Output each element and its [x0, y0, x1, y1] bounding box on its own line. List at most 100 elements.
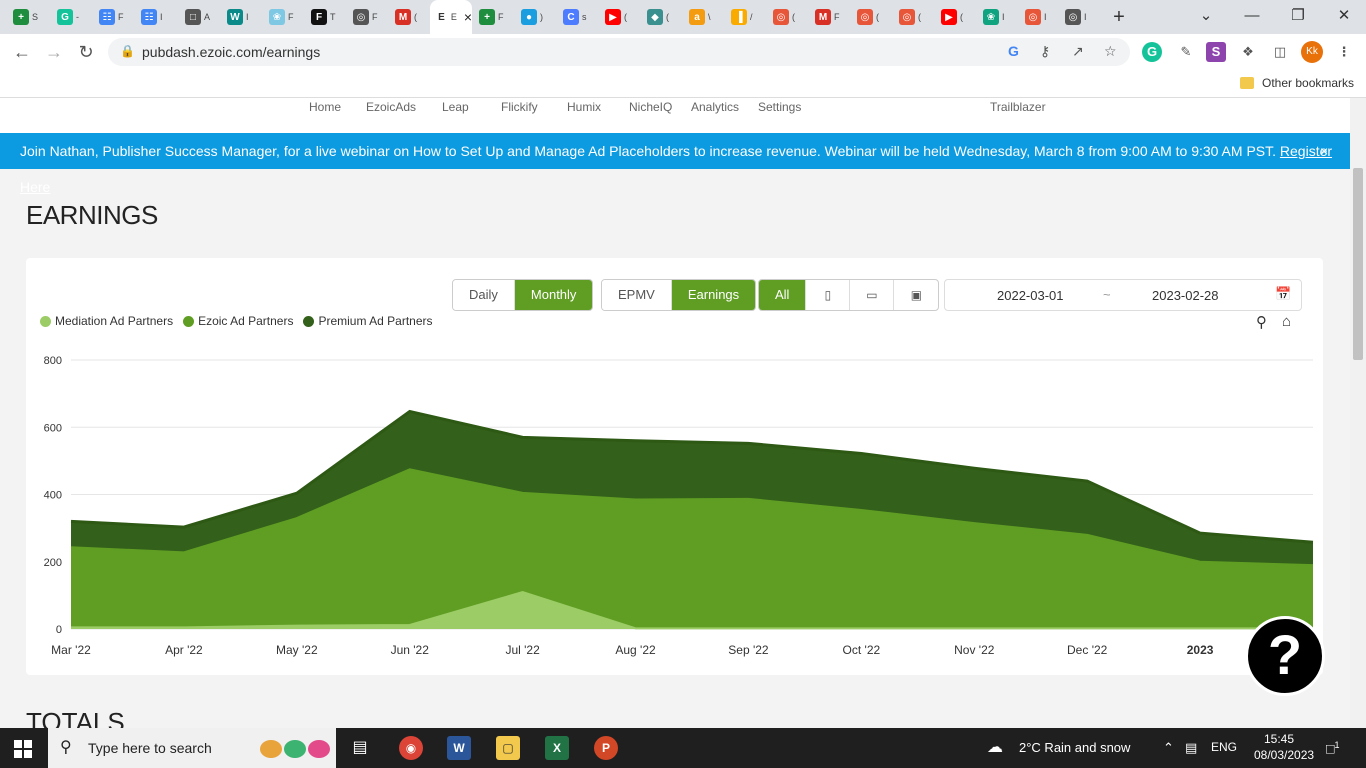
windows-start-icon[interactable] [14, 740, 32, 758]
nav-home[interactable]: Home [309, 100, 341, 114]
nav-analytics[interactable]: Analytics [691, 100, 739, 114]
browser-tab[interactable]: ☷ F [94, 6, 132, 28]
grammarly-extension-icon[interactable]: G [1142, 42, 1162, 62]
all-devices-button[interactable]: All [759, 280, 807, 310]
weather-icon[interactable]: ☁ [987, 737, 1003, 757]
browser-tab[interactable]: a \ [684, 6, 722, 28]
weather-text[interactable]: 2°C Rain and snow [1019, 740, 1130, 755]
profile-avatar[interactable]: Kk [1301, 41, 1323, 63]
daily-button[interactable]: Daily [453, 280, 515, 310]
home-reset-icon[interactable]: ⌂ [1282, 313, 1291, 330]
close-window-button[interactable]: ✕ [1324, 4, 1364, 28]
close-tab-icon[interactable]: × [464, 9, 472, 25]
legend-mediation[interactable]: Mediation Ad Partners [40, 314, 173, 328]
browser-tab[interactable]: M( [390, 6, 428, 28]
powerpoint-taskbar-icon[interactable]: P [594, 736, 618, 760]
browser-tab[interactable]: Cs [558, 6, 596, 28]
search-placeholder[interactable]: Type here to search [88, 740, 212, 756]
taskbar-search[interactable]: ⚲ Type here to search [48, 728, 336, 768]
reload-icon[interactable]: ↻ [74, 40, 98, 64]
lock-icon[interactable]: 🔒 [120, 44, 135, 58]
calendar-icon[interactable]: 📅 [1275, 286, 1291, 302]
close-banner-icon[interactable]: × [1320, 133, 1328, 169]
new-tab-button[interactable]: + [1108, 6, 1130, 28]
browser-tab[interactable]: WI [222, 6, 260, 28]
browser-tab[interactable]: ◎( [852, 6, 890, 28]
url-text[interactable]: pubdash.ezoic.com/earnings [142, 44, 320, 60]
nav-trailblazer[interactable]: Trailblazer [990, 100, 1046, 114]
page-scrollbar[interactable] [1350, 98, 1366, 728]
monthly-button[interactable]: Monthly [514, 280, 593, 310]
legend-label: Ezoic Ad Partners [198, 314, 294, 328]
epmv-button[interactable]: EPMV [602, 280, 672, 310]
nav-flickify[interactable]: Flickify [501, 100, 538, 114]
y-tick-label: 400 [44, 490, 62, 502]
browser-tab[interactable]: ◎ F [348, 6, 386, 28]
legend-ezoic[interactable]: Ezoic Ad Partners [183, 314, 293, 328]
browser-tab[interactable]: □ A [180, 6, 218, 28]
eyedropper-extension-icon[interactable]: ✎ [1176, 42, 1196, 62]
language-indicator[interactable]: ENG [1211, 740, 1237, 754]
browser-tab[interactable]: G- [52, 6, 90, 28]
browser-tab[interactable]: ◆( [642, 6, 680, 28]
notification-icon[interactable]: □1 [1326, 740, 1339, 757]
browser-tab[interactable]: ●) [516, 6, 554, 28]
key-icon[interactable]: ⚷ [1040, 43, 1050, 60]
google-translate-icon[interactable]: G [1008, 43, 1019, 59]
browser-tab[interactable]: FT [306, 6, 344, 28]
browser-tab[interactable]: ▐ / [726, 6, 764, 28]
nav-leap[interactable]: Leap [442, 100, 469, 114]
mobile-icon[interactable]: ▯ [806, 280, 851, 310]
browser-tab[interactable]: ▶( [936, 6, 974, 28]
browser-tab[interactable]: ☷ I [136, 6, 174, 28]
browser-tab[interactable]: + F [474, 6, 512, 28]
s-extension-icon[interactable]: S [1206, 42, 1226, 62]
forward-icon[interactable]: → [42, 40, 66, 64]
tab-title: ( [918, 12, 921, 22]
nav-nicheiq[interactable]: NicheIQ [629, 100, 672, 114]
tray-chevron-icon[interactable]: ⌃ [1163, 740, 1174, 756]
other-bookmarks[interactable]: Other bookmarks [1240, 76, 1354, 90]
tab-search-icon[interactable]: ⌄ [1186, 4, 1226, 28]
start-date[interactable]: 2022-03-01 [997, 288, 1064, 303]
bookmark-star-icon[interactable]: ☆ [1104, 43, 1117, 60]
date-range-picker[interactable]: 2022-03-01 ~ 2023-02-28 📅 [944, 279, 1302, 311]
browser-tab[interactable]: ◎ I [1060, 6, 1098, 28]
earnings-button[interactable]: Earnings [671, 280, 756, 310]
nav-settings[interactable]: Settings [758, 100, 801, 114]
menu-kebab-icon[interactable]: ⋮ [1334, 42, 1354, 62]
end-date[interactable]: 2023-02-28 [1152, 288, 1219, 303]
scrollbar-thumb[interactable] [1353, 168, 1363, 360]
tablet-icon[interactable]: ▭ [850, 280, 895, 310]
browser-tab[interactable]: ▶( [600, 6, 638, 28]
excel-taskbar-icon[interactable]: X [545, 736, 569, 760]
network-icon[interactable]: ▤ [1185, 740, 1197, 756]
clock[interactable]: 15:45 08/03/2023 [1254, 731, 1314, 763]
file-explorer-icon[interactable]: ▢ [496, 736, 520, 760]
extensions-puzzle-icon[interactable]: ❖ [1238, 42, 1258, 62]
side-panel-icon[interactable]: ◫ [1270, 42, 1290, 62]
desktop-icon[interactable]: ▣ [894, 280, 938, 310]
browser-tab[interactable]: E E × [430, 0, 472, 34]
address-bar[interactable]: 🔒 pubdash.ezoic.com/earnings G ⚷ ↗ ☆ [108, 38, 1130, 66]
restore-button[interactable]: ❐ [1278, 4, 1318, 28]
tab-title: A [204, 12, 211, 22]
nav-ezoicads[interactable]: EzoicAds [366, 100, 416, 114]
nav-humix[interactable]: Humix [567, 100, 601, 114]
word-taskbar-icon[interactable]: W [447, 736, 471, 760]
browser-tab[interactable]: ❀ F [264, 6, 302, 28]
browser-tab[interactable]: ◎( [768, 6, 806, 28]
browser-tab[interactable]: + S [8, 6, 46, 28]
browser-tab[interactable]: ◎( [894, 6, 932, 28]
help-button[interactable]: ? [1245, 616, 1325, 696]
chrome-taskbar-icon[interactable]: ◉ [399, 736, 423, 760]
browser-tab[interactable]: ❀ I [978, 6, 1016, 28]
legend-premium[interactable]: Premium Ad Partners [303, 314, 433, 328]
browser-tab[interactable]: MF [810, 6, 848, 28]
zoom-icon[interactable]: ⚲ [1256, 313, 1267, 331]
task-view-icon[interactable]: ▤ [348, 736, 372, 760]
browser-tab[interactable]: ◎ I [1020, 6, 1058, 28]
share-icon[interactable]: ↗ [1072, 43, 1084, 60]
back-icon[interactable]: ← [10, 40, 34, 64]
minimize-button[interactable]: — [1232, 4, 1272, 28]
